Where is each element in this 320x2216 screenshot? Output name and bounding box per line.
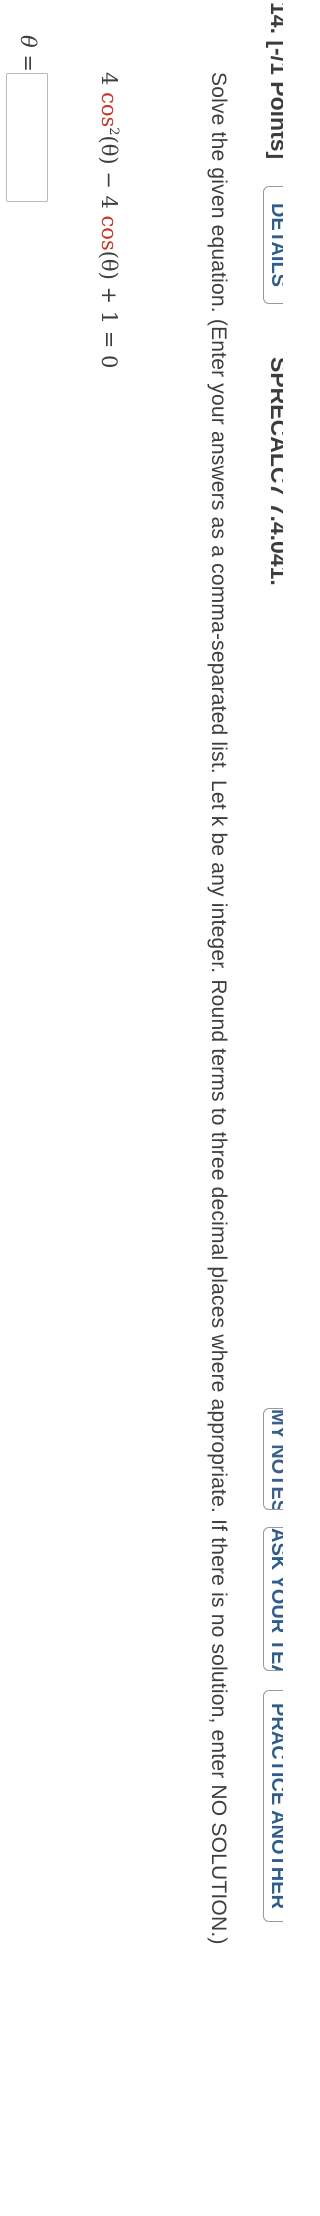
question-instructions: Solve the given equation. (Enter your an…	[207, 72, 230, 1945]
details-button[interactable]: DETAILS	[263, 186, 283, 304]
equation-middle-term: − 4	[97, 164, 121, 216]
equation: 4 cos2(θ) − 4 cos(θ) + 1 = 0	[97, 72, 121, 368]
equation-coefficient: 4	[97, 72, 121, 86]
problem-panel: 14. [-/1 Points] DETAILS SPRECALC7 7.4.0…	[0, 0, 283, 2216]
equation-cos-squared: cos	[97, 92, 121, 128]
equation-cos: cos	[97, 215, 121, 251]
theta-label: θ =	[16, 35, 40, 72]
equation-argument-2: (θ)	[97, 250, 121, 280]
ask-your-teacher-button[interactable]: ASK YOUR TEACHER	[263, 1527, 283, 1671]
problem-source-label: SPRECALC7 7.4.041.	[266, 357, 283, 586]
equation-tail: + 1 = 0	[97, 279, 121, 369]
practice-another-button[interactable]: PRACTICE ANOTHER	[263, 1690, 283, 1922]
equation-argument-1: (θ)	[97, 135, 121, 165]
problem-header: 14. [-/1 Points] DETAILS SPRECALC7 7.4.0…	[253, 0, 283, 2216]
equation-exponent: 2	[106, 127, 121, 136]
points-label: 14. [-/1 Points]	[266, 2, 283, 160]
theta-answer-input[interactable]	[6, 73, 48, 202]
my-notes-button[interactable]: MY NOTES	[263, 1408, 283, 1510]
